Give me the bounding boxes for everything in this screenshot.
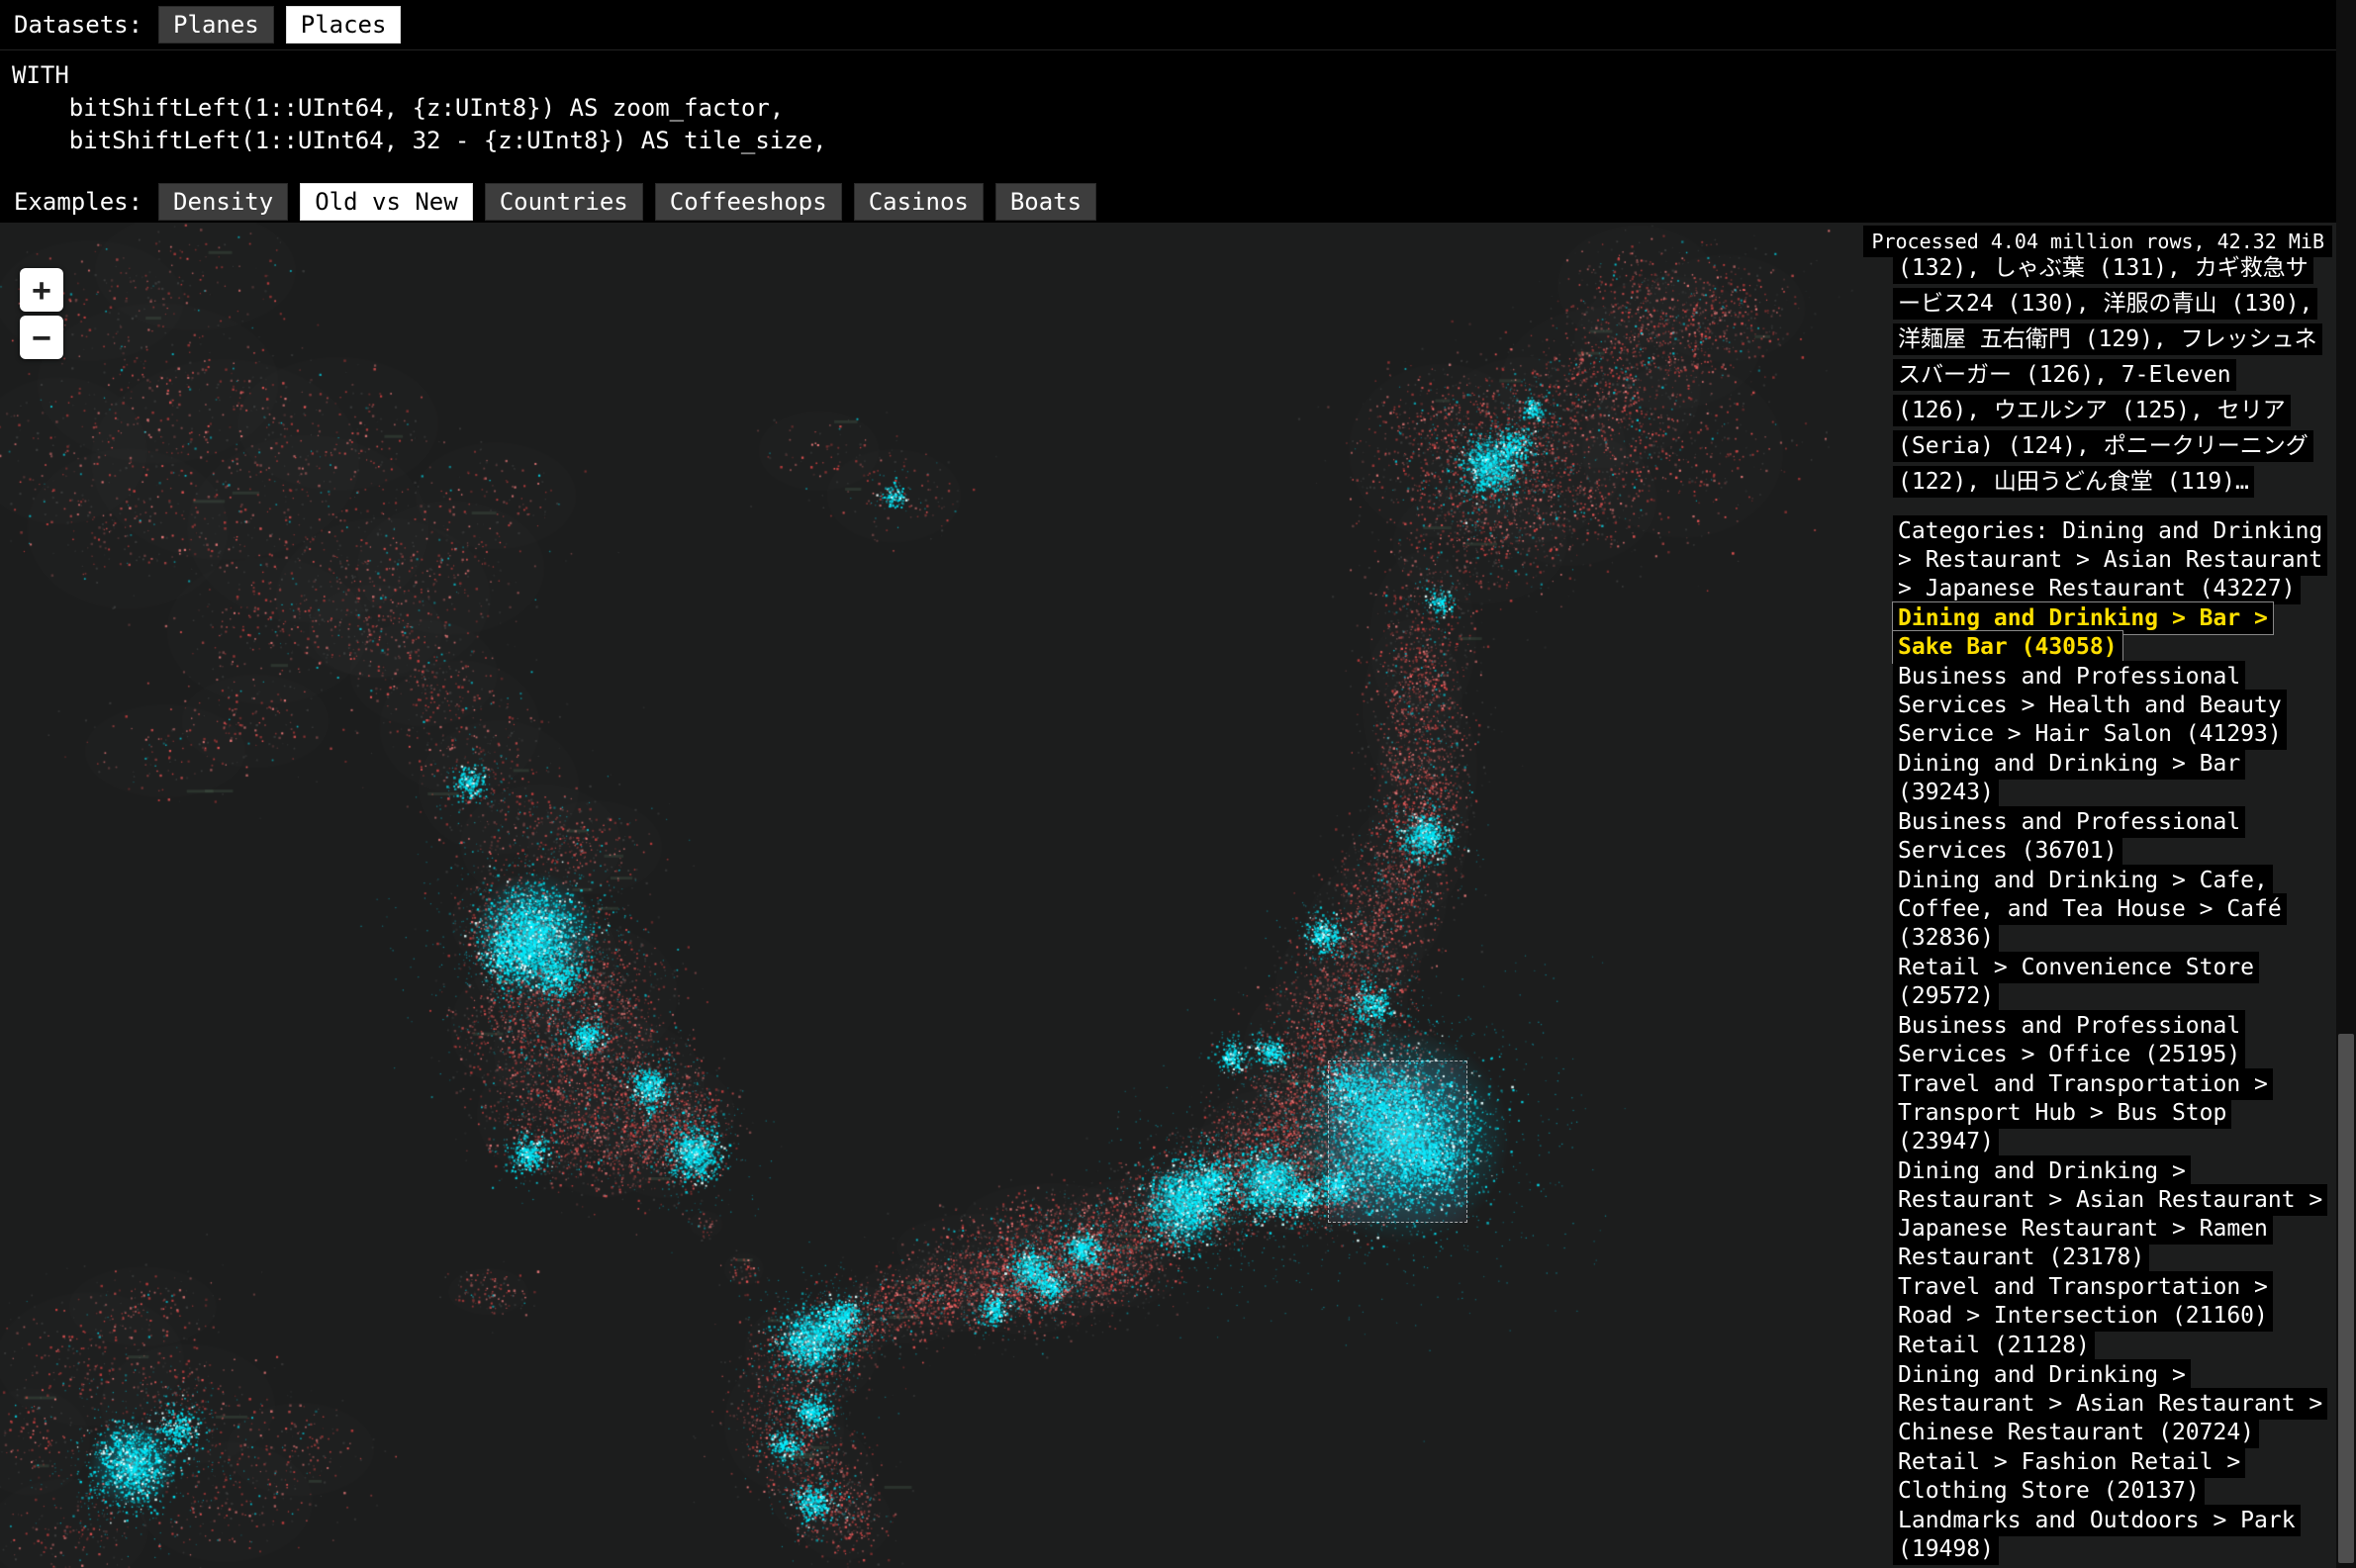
category-item[interactable]: Dining and Drinking > Bar (39243) [1893,750,2326,807]
results-panel: (132), しゃぶ葉 (131), カギ救急サービス24 (130), 洋服の… [1893,250,2326,1565]
zoom-in-button[interactable]: + [20,268,63,312]
category-item[interactable]: Retail > Fashion Retail > Clothing Store… [1893,1448,2326,1506]
examples-bar: Examples: Density Old vs New Countries Coff… [0,180,2356,223]
zoom-control: + − [20,268,63,359]
map-selection[interactable] [1328,1061,1467,1223]
sql-editor[interactable]: WITH bitShiftLeft(1::UInt64, {z:UInt8}) … [0,49,2356,180]
brands-summary: (132), しゃぶ葉 (131), カギ救急サービス24 (130), 洋服の… [1893,250,2326,500]
example-button-old-vs-new[interactable]: Old vs New [300,183,473,221]
sql-code[interactable]: WITH bitShiftLeft(1::UInt64, {z:UInt8}) … [0,50,2356,157]
dataset-button-planes[interactable]: Planes [158,6,274,44]
categories-list: Categories: Dining and Drinking > Restau… [1893,517,2326,1564]
example-button-casinos[interactable]: Casinos [854,183,984,221]
example-button-countries[interactable]: Countries [485,183,643,221]
examples-buttons: Density Old vs New Countries Coffeeshops Cas… [158,183,1096,221]
category-item[interactable]: Retail > Convenience Store (29572) [1893,954,2326,1011]
zoom-out-button[interactable]: − [20,316,63,359]
page-scrollbar[interactable] [2336,0,2356,1568]
brands-text: (132), しゃぶ葉 (131), カギ救急サービス24 (130), 洋服の… [1893,252,2322,498]
dataset-button-places[interactable]: Places [286,6,402,44]
category-item[interactable]: Retail (21128) [1893,1332,2326,1360]
category-item[interactable]: Business and Professional Services > Off… [1893,1012,2326,1069]
category-item[interactable]: Dining and Drinking > Restaurant > Asian… [1893,1157,2326,1272]
category-item[interactable]: Dining and Drinking > Restaurant > Asian… [1893,1361,2326,1447]
example-button-coffeeshops[interactable]: Coffeeshops [655,183,842,221]
category-item[interactable]: Business and Professional Services (3670… [1893,808,2326,866]
category-item[interactable]: Travel and Transportation > Transport Hu… [1893,1070,2326,1156]
datasets-buttons: Planes Places [158,6,401,44]
example-button-density[interactable]: Density [158,183,288,221]
map-area[interactable]: Processed 4.04 million rows, 42.32 MiB +… [0,223,2356,1568]
datasets-label: Datasets: [14,11,142,39]
category-item[interactable]: Travel and Transportation > Road > Inter… [1893,1273,2326,1331]
datasets-bar: Datasets: Planes Places [0,0,2356,49]
category-item[interactable]: Categories: Dining and Drinking > Restau… [1893,517,2326,603]
examples-label: Examples: [14,188,142,216]
category-item[interactable]: Landmarks and Outdoors > Park (19498) [1893,1507,2326,1564]
category-item[interactable]: Business and Professional Services > Hea… [1893,663,2326,749]
example-button-boats[interactable]: Boats [995,183,1096,221]
category-item-selected[interactable]: Dining and Drinking > Bar > Sake Bar (43… [1893,604,2326,662]
category-item[interactable]: Dining and Drinking > Cafe, Coffee, and … [1893,867,2326,953]
page-scrollbar-thumb[interactable] [2338,1034,2354,1563]
